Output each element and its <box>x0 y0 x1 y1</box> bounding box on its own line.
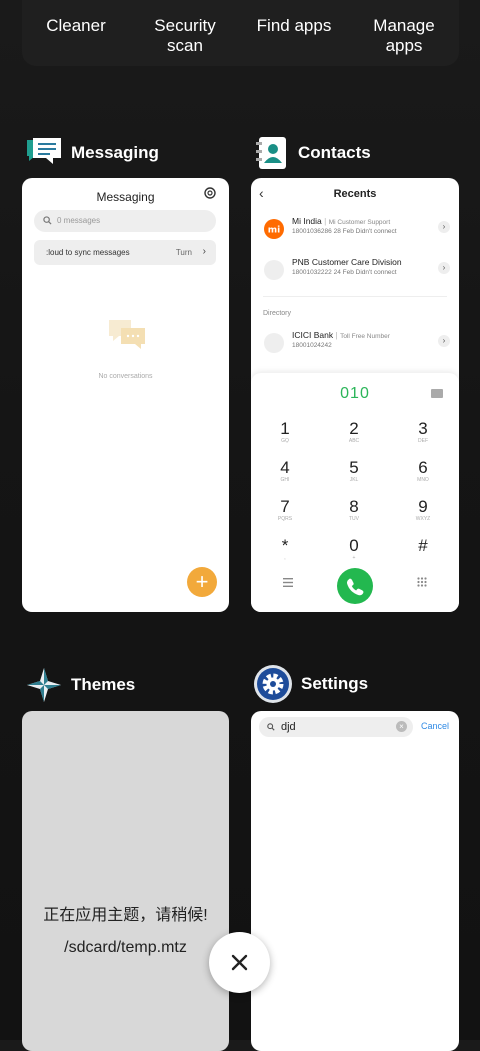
close-icon <box>231 954 248 971</box>
recent-call-row[interactable]: mi Mi India | Mi Customer Support 180010… <box>251 211 459 247</box>
contact-name: PNB Customer Care Division <box>292 257 402 267</box>
dial-key-0[interactable]: 0 + <box>329 537 379 562</box>
dial-input[interactable]: 010 <box>251 385 459 403</box>
chevron-right-icon[interactable]: › <box>438 262 450 274</box>
search-query: djd <box>281 721 296 733</box>
messaging-app-card[interactable]: Messaging 0 messages :loud to sync messa… <box>22 178 229 612</box>
grid-icon[interactable] <box>417 577 427 587</box>
quick-action-label: apps <box>385 36 423 55</box>
app-title: Contacts <box>298 143 371 162</box>
search-placeholder: 0 messages <box>57 216 101 225</box>
chevron-right-icon[interactable]: › <box>438 335 450 347</box>
contacts-app-header[interactable]: Contacts <box>254 133 371 173</box>
app-title: Themes <box>71 675 136 694</box>
cloud-avatar-icon <box>264 333 284 353</box>
call-button[interactable] <box>337 568 373 604</box>
settings-app-card[interactable]: djd × Cancel <box>251 711 459 1051</box>
theme-file-path: /sdcard/temp.mtz <box>64 939 187 956</box>
dial-key-hash[interactable]: # <box>398 537 448 555</box>
clear-icon[interactable]: × <box>396 721 407 732</box>
screen-title: Messaging <box>96 190 155 204</box>
themes-app-icon <box>27 668 61 702</box>
settings-gear-icon[interactable] <box>203 186 217 200</box>
contact-name: Mi India | Mi Customer Support <box>292 216 391 226</box>
recent-call-row[interactable]: PNB Customer Care Division 18001032222 2… <box>251 252 459 288</box>
screen-title: Recents <box>333 188 377 200</box>
dial-key-4[interactable]: 4 GHI <box>260 459 310 484</box>
sync-text: :loud to sync messages <box>46 248 130 257</box>
contact-name: ICICI Bank | Toll Free Number <box>292 330 390 340</box>
mi-logo-avatar: mi <box>264 219 284 239</box>
cancel-button[interactable]: Cancel <box>421 721 449 731</box>
dial-key-star[interactable]: *, <box>260 537 310 562</box>
quick-action-manage-apps[interactable]: Manage apps <box>354 16 454 56</box>
themes-app-header[interactable]: Themes <box>25 665 135 705</box>
quick-action-label: scan <box>167 36 203 55</box>
dial-key-2[interactable]: 2 ABC <box>329 420 379 445</box>
quick-action-security-scan[interactable]: Security scan <box>135 16 235 56</box>
dial-key-8[interactable]: 8 TUV <box>329 498 379 523</box>
empty-conversations-icon <box>109 320 145 349</box>
divider <box>263 296 447 297</box>
quick-action-label: Manage <box>373 16 435 35</box>
section-label: Directory <box>263 310 292 317</box>
search-icon <box>267 723 275 731</box>
empty-state-text: No conversations <box>98 373 153 380</box>
chevron-right-icon: › <box>202 246 206 257</box>
sync-action: Turn <box>175 248 192 257</box>
quick-action-label: Security <box>154 16 216 35</box>
backspace-icon[interactable] <box>431 389 443 398</box>
dial-key-7[interactable]: 7 PQRS <box>260 498 310 523</box>
settings-app-icon <box>254 665 292 703</box>
contacts-app-icon <box>256 137 286 169</box>
cloud-avatar-icon <box>264 260 284 280</box>
search-icon <box>43 216 52 225</box>
theme-status-text: 正在应用主题，请稍候! <box>43 907 208 924</box>
contact-number: 18001024242 <box>292 342 332 349</box>
chevron-right-icon[interactable]: › <box>438 221 450 233</box>
clear-all-button[interactable] <box>209 932 270 993</box>
call-details: 18001036286 28 Feb Didn't connect <box>292 228 397 235</box>
dial-key-5[interactable]: 5 JKL <box>329 459 379 484</box>
settings-search-field[interactable]: djd × <box>259 717 413 737</box>
messaging-app-header[interactable]: Messaging <box>25 133 159 173</box>
dial-key-6[interactable]: 6 MNO <box>398 459 448 484</box>
quick-action-find-apps[interactable]: Find apps <box>244 16 344 36</box>
dial-key-1[interactable]: 1 GǪ <box>260 420 310 445</box>
search-bar[interactable]: 0 messages <box>34 210 216 232</box>
contacts-app-card[interactable]: ‹ Recents mi Mi India | Mi Customer Supp… <box>251 178 459 612</box>
call-details: 18001032222 24 Feb Didn't connect <box>292 269 397 276</box>
app-title: Messaging <box>71 143 159 162</box>
quick-action-cleaner[interactable]: Cleaner <box>26 16 126 36</box>
directory-row[interactable]: ICICI Bank | Toll Free Number 1800102424… <box>251 325 459 361</box>
menu-icon[interactable] <box>283 578 293 587</box>
cloud-sync-banner[interactable]: :loud to sync messages Turn › <box>34 240 216 265</box>
settings-app-header[interactable]: Settings <box>253 664 368 704</box>
dial-key-3[interactable]: 3 DEF <box>398 420 448 445</box>
dialpad[interactable]: 010 1 GǪ 2 ABC 3 DEF 4 GHI 5 JKL 6 MNO 7 PQRS 8… <box>251 373 459 612</box>
themes-app-card[interactable]: 正在应用主题，请稍候! /sdcard/temp.mtz <box>22 711 229 1051</box>
phone-icon <box>347 578 364 596</box>
new-message-button[interactable]: + <box>187 567 217 597</box>
messaging-app-icon <box>27 138 61 164</box>
quick-action-label: Cleaner <box>46 16 106 35</box>
dial-key-9[interactable]: 9 WXYZ <box>398 498 448 523</box>
app-title: Settings <box>301 674 369 693</box>
quick-action-label: Find apps <box>256 16 332 35</box>
svg-text:mi: mi <box>268 226 280 236</box>
